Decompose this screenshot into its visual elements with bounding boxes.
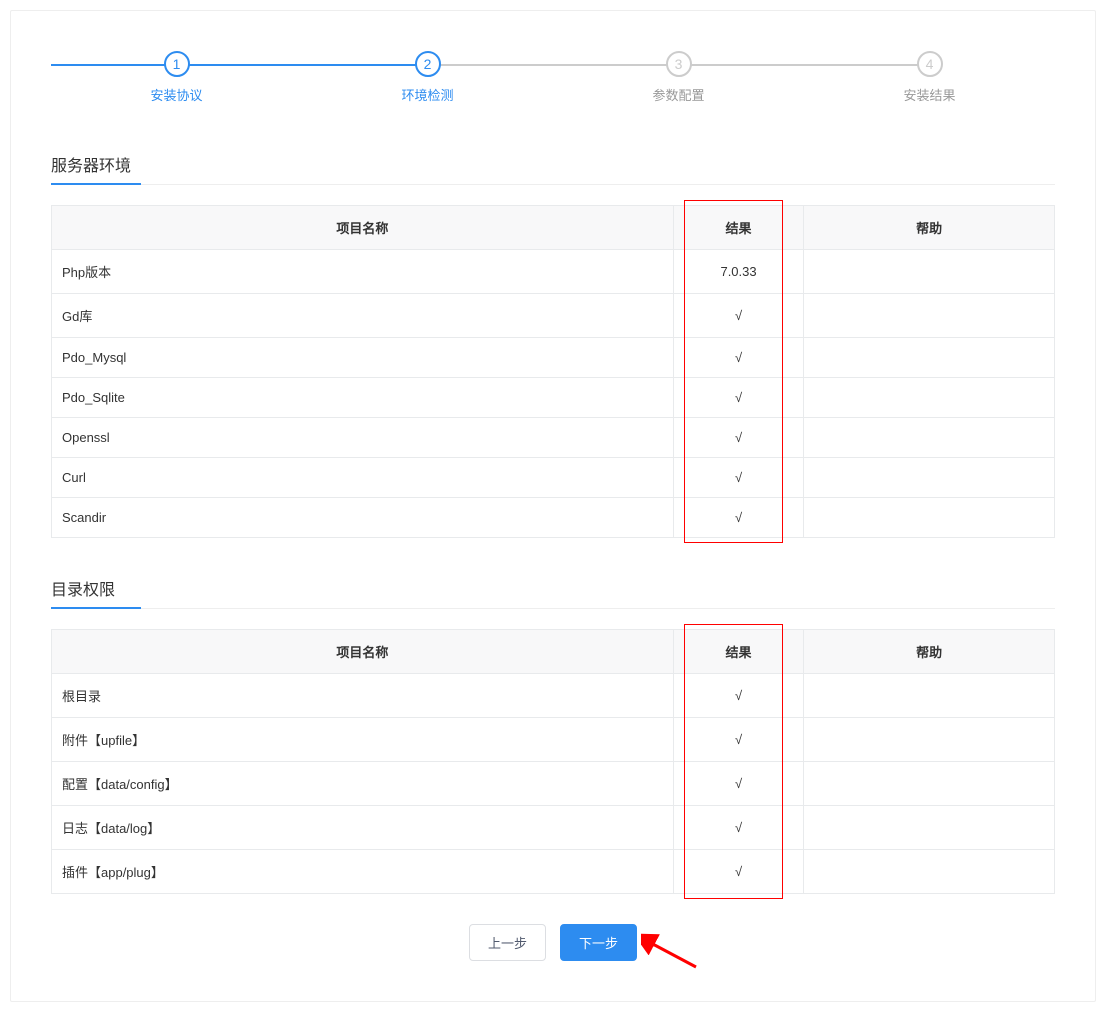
cell-result: √: [673, 762, 803, 806]
cell-result: √: [673, 458, 803, 498]
cell-result: √: [673, 294, 803, 338]
step-label: 参数配置: [553, 85, 804, 104]
table-row: 日志【data/log】√: [52, 806, 1055, 850]
cell-help: [804, 250, 1055, 294]
server-env-table-wrapper: 项目名称 结果 帮助 Php版本7.0.33Gd库√Pdo_Mysql√Pdo_…: [51, 205, 1055, 538]
cell-result: √: [673, 718, 803, 762]
table-row: Pdo_Mysql√: [52, 338, 1055, 378]
step-label: 安装协议: [51, 85, 302, 104]
cell-name: 根目录: [52, 674, 674, 718]
next-button[interactable]: 下一步: [560, 924, 637, 961]
cell-name: Pdo_Mysql: [52, 338, 674, 378]
header-help: 帮助: [804, 630, 1055, 674]
step-parameter-config: 3 参数配置: [553, 51, 804, 104]
cell-help: [804, 806, 1055, 850]
cell-result: √: [673, 850, 803, 894]
table-row: Pdo_Sqlite√: [52, 378, 1055, 418]
table-row: 附件【upfile】√: [52, 718, 1055, 762]
step-number: 1: [164, 51, 190, 77]
cell-name: Openssl: [52, 418, 674, 458]
cell-help: [804, 674, 1055, 718]
cell-help: [804, 378, 1055, 418]
table-row: 根目录√: [52, 674, 1055, 718]
cell-name: 附件【upfile】: [52, 718, 674, 762]
header-result: 结果: [673, 206, 803, 250]
cell-result: 7.0.33: [673, 250, 803, 294]
cell-help: [804, 338, 1055, 378]
cell-name: 插件【app/plug】: [52, 850, 674, 894]
cell-help: [804, 498, 1055, 538]
step-number: 2: [415, 51, 441, 77]
cell-result: √: [673, 674, 803, 718]
step-label: 安装结果: [804, 85, 1055, 104]
step-label: 环境检测: [302, 85, 553, 104]
header-result: 结果: [673, 630, 803, 674]
table-header-row: 项目名称 结果 帮助: [52, 206, 1055, 250]
table-row: 配置【data/config】√: [52, 762, 1055, 806]
cell-name: Scandir: [52, 498, 674, 538]
step-agreement: 1 安装协议: [51, 51, 302, 104]
table-row: 插件【app/plug】√: [52, 850, 1055, 894]
section-title-server-env: 服务器环境: [51, 144, 1055, 185]
prev-button[interactable]: 上一步: [469, 924, 546, 961]
cell-result: √: [673, 498, 803, 538]
arrow-annotation-icon: [641, 932, 701, 972]
cell-result: √: [673, 338, 803, 378]
section-title-dir-permission: 目录权限: [51, 568, 1055, 609]
cell-help: [804, 762, 1055, 806]
cell-name: Pdo_Sqlite: [52, 378, 674, 418]
cell-name: Gd库: [52, 294, 674, 338]
cell-result: √: [673, 806, 803, 850]
progress-steps: 1 安装协议 2 环境检测 3 参数配置 4 安装结果: [51, 51, 1055, 104]
button-row: 上一步 下一步: [51, 924, 1055, 961]
cell-name: Curl: [52, 458, 674, 498]
cell-result: √: [673, 378, 803, 418]
header-name: 项目名称: [52, 630, 674, 674]
cell-help: [804, 718, 1055, 762]
dir-permission-table: 项目名称 结果 帮助 根目录√附件【upfile】√配置【data/config…: [51, 629, 1055, 894]
cell-name: Php版本: [52, 250, 674, 294]
cell-help: [804, 458, 1055, 498]
server-env-table: 项目名称 结果 帮助 Php版本7.0.33Gd库√Pdo_Mysql√Pdo_…: [51, 205, 1055, 538]
cell-result: √: [673, 418, 803, 458]
cell-help: [804, 850, 1055, 894]
cell-name: 日志【data/log】: [52, 806, 674, 850]
dir-permission-table-wrapper: 项目名称 结果 帮助 根目录√附件【upfile】√配置【data/config…: [51, 629, 1055, 894]
table-header-row: 项目名称 结果 帮助: [52, 630, 1055, 674]
step-number: 4: [917, 51, 943, 77]
cell-help: [804, 294, 1055, 338]
cell-name: 配置【data/config】: [52, 762, 674, 806]
table-row: Scandir√: [52, 498, 1055, 538]
step-number: 3: [666, 51, 692, 77]
table-row: Php版本7.0.33: [52, 250, 1055, 294]
table-row: Curl√: [52, 458, 1055, 498]
cell-help: [804, 418, 1055, 458]
step-install-result: 4 安装结果: [804, 51, 1055, 104]
step-environment-check: 2 环境检测: [302, 51, 553, 104]
table-row: Gd库√: [52, 294, 1055, 338]
header-help: 帮助: [804, 206, 1055, 250]
header-name: 项目名称: [52, 206, 674, 250]
install-panel: 1 安装协议 2 环境检测 3 参数配置 4 安装结果 服务器环境 项目名称 结…: [10, 10, 1096, 1002]
table-row: Openssl√: [52, 418, 1055, 458]
